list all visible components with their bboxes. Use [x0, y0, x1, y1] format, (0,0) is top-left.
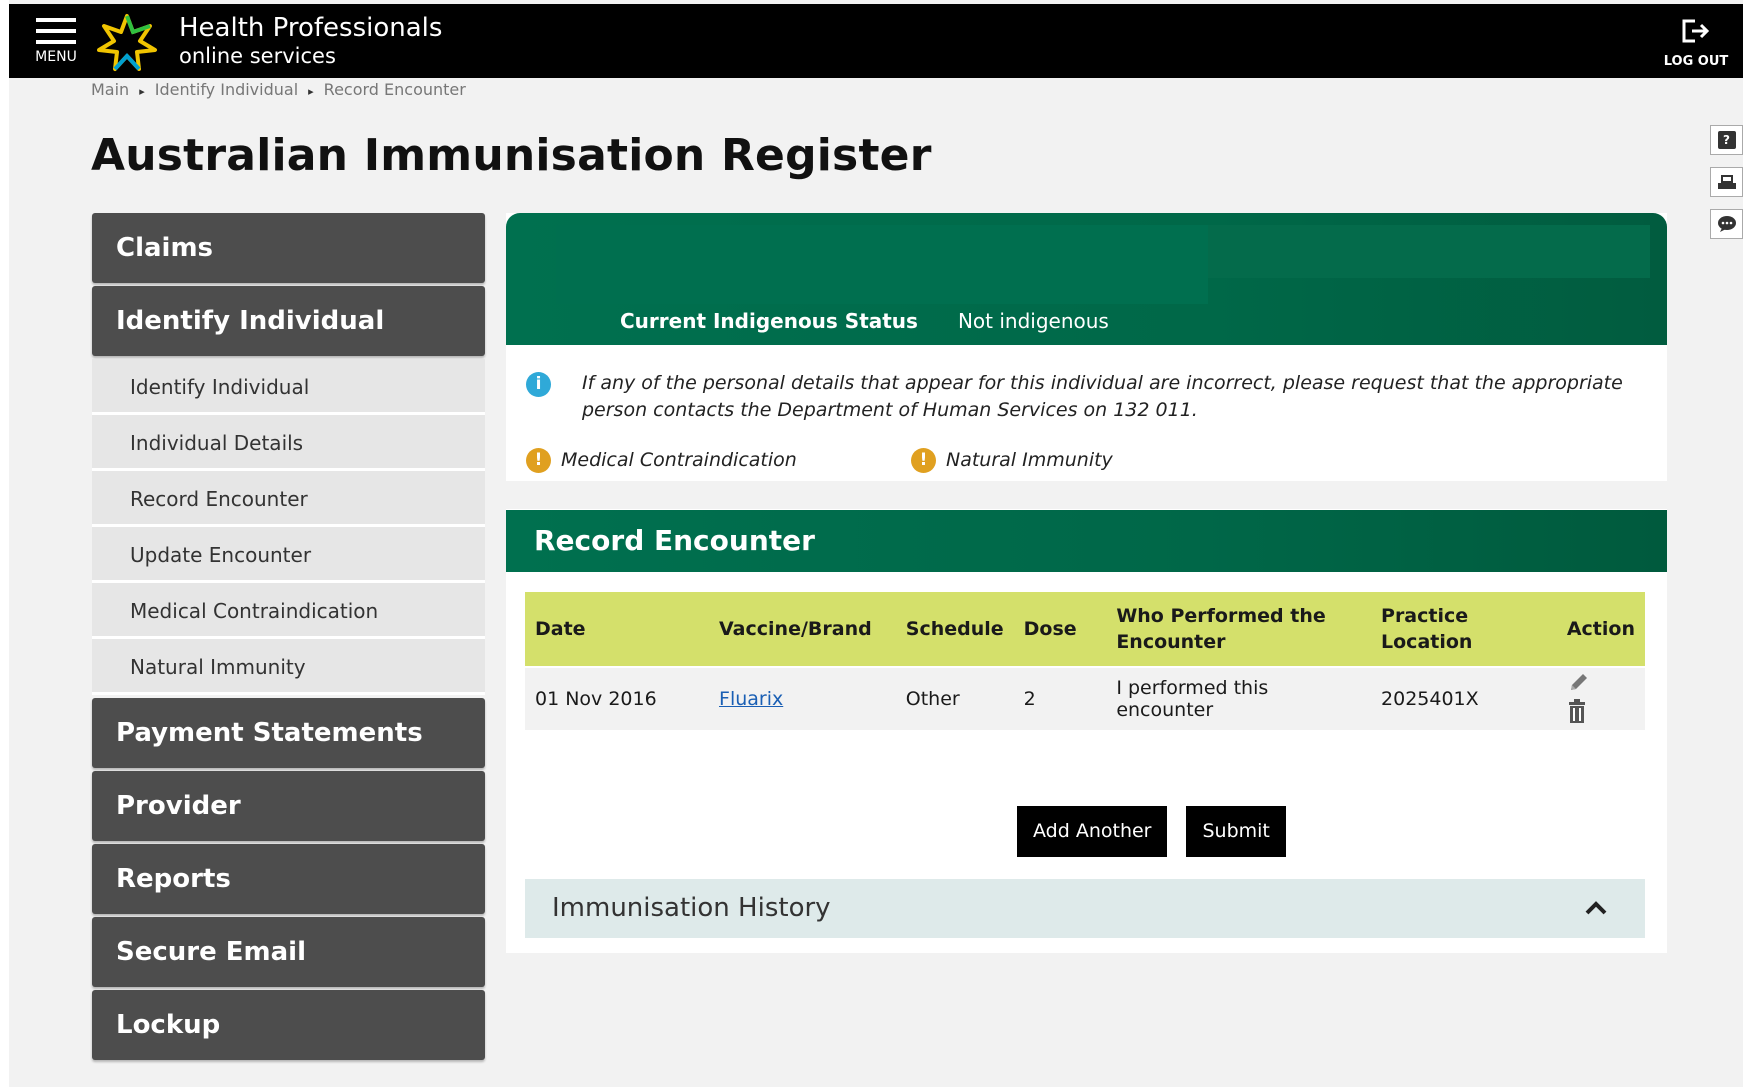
table-header-row: Date Vaccine/Brand Schedule Dose Who Per…: [525, 592, 1645, 667]
help-icon: ?: [1717, 131, 1736, 149]
breadcrumb: Main ▸ Identify Individual ▸ Record Encounte…: [91, 80, 466, 99]
sidebar-item-reports[interactable]: Reports: [92, 844, 485, 914]
menu-label: MENU: [35, 49, 77, 65]
column-header-who-performed: Who Performed the Encounter: [1106, 592, 1372, 667]
chat-bubble-icon: [1717, 216, 1736, 232]
brand-title: Health Professionals: [179, 13, 443, 43]
column-header-date: Date: [525, 592, 710, 667]
alert-label: Medical Contraindication: [561, 449, 797, 471]
info-icon: i: [526, 372, 551, 397]
record-encounter-header: Record Encounter: [506, 510, 1667, 572]
sidebar-subitem-update-encounter[interactable]: Update Encounter: [92, 527, 485, 583]
brand: Health Professionals online services: [179, 13, 443, 68]
trash-icon: [1568, 699, 1585, 723]
top-bar: MENU Health Professionals online service…: [9, 4, 1743, 78]
delete-button[interactable]: [1567, 699, 1587, 728]
page-title: Australian Immunisation Register: [91, 130, 932, 181]
sidebar-item-identify-individual[interactable]: Identify Individual: [92, 286, 485, 356]
logout-button[interactable]: LOG OUT: [1661, 18, 1731, 69]
edit-button[interactable]: [1567, 670, 1591, 699]
column-header-action: Action: [1556, 592, 1645, 667]
redacted-details: [1208, 225, 1650, 278]
section-gap: [506, 481, 1667, 509]
add-another-button[interactable]: Add Another: [1017, 806, 1168, 857]
warning-icon: !: [526, 448, 551, 473]
sidebar-item-lockup[interactable]: Lockup: [92, 990, 485, 1060]
cell-actions: [1556, 666, 1645, 730]
breadcrumb-separator: ▸: [139, 85, 145, 98]
menu-button[interactable]: MENU: [27, 18, 85, 70]
column-header-vaccine: Vaccine/Brand: [709, 592, 896, 667]
cell-who-performed: I performed this encounter: [1106, 666, 1372, 730]
sidebar-subitem-medical-contraindication[interactable]: Medical Contraindication: [92, 583, 485, 639]
column-header-schedule: Schedule: [895, 592, 1014, 667]
help-button[interactable]: ?: [1710, 125, 1743, 155]
sidebar-item-claims[interactable]: Claims: [92, 213, 485, 283]
sidebar-nav: Claims Identify Individual Identify Indi…: [92, 213, 485, 1063]
breadcrumb-main[interactable]: Main: [91, 80, 129, 99]
sidebar-submenu: Identify Individual Individual Details R…: [92, 359, 485, 695]
sidebar-subitem-individual-details[interactable]: Individual Details: [92, 415, 485, 471]
encounter-table: Date Vaccine/Brand Schedule Dose Who Per…: [525, 592, 1645, 730]
indigenous-status-label: Current Indigenous Status: [620, 309, 918, 333]
alert-medical-contraindication: ! Medical Contraindication: [526, 448, 797, 473]
cell-schedule: Other: [895, 666, 1014, 730]
breadcrumb-separator: ▸: [308, 85, 314, 98]
breadcrumb-current: Record Encounter: [323, 80, 466, 99]
sidebar-subitem-record-encounter[interactable]: Record Encounter: [92, 471, 485, 527]
vaccine-link[interactable]: Fluarix: [719, 688, 783, 710]
cell-date: 01 Nov 2016: [525, 666, 710, 730]
breadcrumb-identify-individual[interactable]: Identify Individual: [155, 80, 298, 99]
cell-dose: 2: [1013, 666, 1107, 730]
submit-button[interactable]: Submit: [1186, 806, 1286, 857]
hamburger-icon: [27, 18, 85, 44]
sidebar-item-secure-email[interactable]: Secure Email: [92, 917, 485, 987]
sidebar-subitem-natural-immunity[interactable]: Natural Immunity: [92, 639, 485, 695]
form-buttons: Add Another Submit: [1017, 806, 1305, 857]
column-header-practice-location: Practice Location: [1371, 592, 1557, 667]
chevron-up-icon: [1585, 901, 1607, 915]
section-title: Record Encounter: [534, 524, 815, 557]
cell-vaccine: Fluarix: [709, 666, 896, 730]
logout-label: LOG OUT: [1663, 54, 1729, 69]
print-icon: [1717, 175, 1736, 189]
alert-label: Natural Immunity: [946, 449, 1113, 471]
side-tools: ?: [1710, 125, 1743, 251]
left-edge: [0, 0, 9, 1087]
table-row: 01 Nov 2016 Fluarix Other 2 I performed …: [525, 666, 1645, 730]
logout-icon: [1682, 19, 1710, 43]
indigenous-status: Current Indigenous Status Not indigenous: [620, 309, 1109, 333]
column-header-dose: Dose: [1013, 592, 1107, 667]
info-text: If any of the personal details that appe…: [582, 372, 1623, 421]
star-logo-icon: [97, 14, 157, 71]
redacted-details: [556, 225, 1208, 304]
main-panel: Current Indigenous Status Not indigenous …: [506, 213, 1667, 953]
feedback-button[interactable]: [1710, 209, 1743, 239]
sidebar-subitem-identify-individual[interactable]: Identify Individual: [92, 359, 485, 415]
sidebar-item-payment-statements[interactable]: Payment Statements: [92, 698, 485, 768]
cell-practice-location: 2025401X: [1371, 666, 1557, 730]
immunisation-history-accordion[interactable]: Immunisation History: [525, 879, 1645, 938]
info-message: i If any of the personal details that ap…: [526, 370, 1646, 424]
individual-header: Current Indigenous Status Not indigenous: [506, 213, 1667, 345]
pencil-icon: [1570, 674, 1587, 690]
print-button[interactable]: [1710, 167, 1743, 197]
indigenous-status-value: Not indigenous: [957, 309, 1109, 333]
warning-icon: !: [911, 448, 936, 473]
alert-natural-immunity: ! Natural Immunity: [911, 448, 1113, 473]
sidebar-item-provider[interactable]: Provider: [92, 771, 485, 841]
brand-subtitle: online services: [179, 43, 336, 68]
accordion-title: Immunisation History: [552, 893, 831, 923]
